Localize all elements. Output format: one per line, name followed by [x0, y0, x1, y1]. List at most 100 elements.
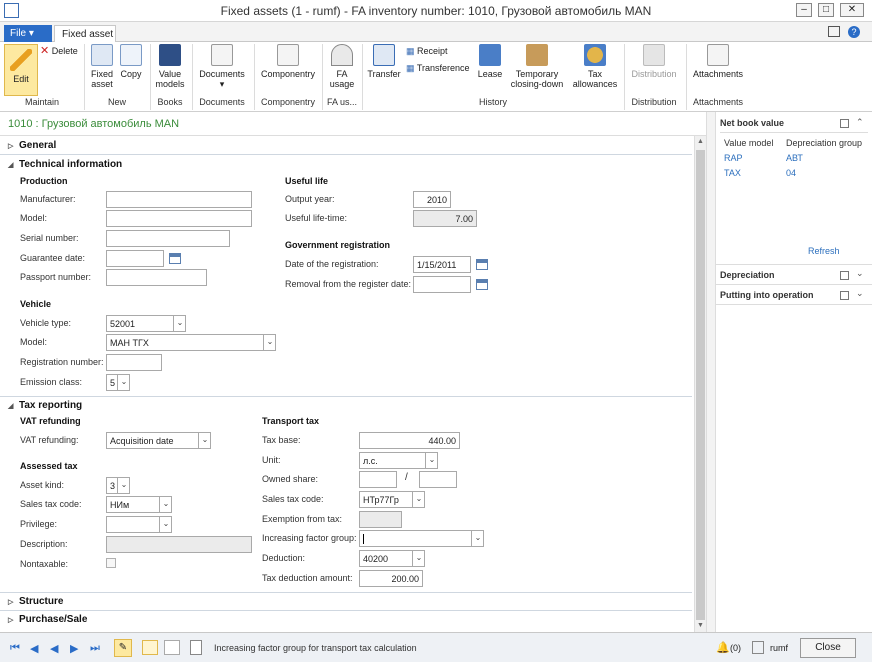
- grid-view-icon[interactable]: [164, 640, 180, 655]
- file-tab[interactable]: File ▾: [4, 25, 52, 42]
- table-row-group[interactable]: АВТ: [786, 153, 803, 163]
- scroll-up-icon[interactable]: ▲: [697, 138, 704, 145]
- chevron-down-icon[interactable]: ⌄: [117, 478, 129, 493]
- expand-icon[interactable]: ⌄: [856, 288, 864, 299]
- model-input[interactable]: [106, 210, 252, 227]
- bell-icon[interactable]: 🔔: [716, 641, 730, 654]
- unit-select[interactable]: л.с. ⌄: [359, 452, 438, 469]
- delete-button[interactable]: ✕ Delete: [40, 46, 78, 57]
- chevron-down-icon[interactable]: ⌄: [412, 551, 424, 566]
- documents-button[interactable]: Documents ▾: [196, 44, 248, 89]
- form-view-icon[interactable]: [142, 640, 158, 655]
- scroll-down-icon[interactable]: ▼: [697, 622, 704, 629]
- table-row-model[interactable]: TAX: [724, 168, 741, 178]
- asset-kind-select[interactable]: 3 ⌄: [106, 477, 130, 494]
- vertical-scrollbar[interactable]: ▲ ▼: [694, 136, 706, 632]
- fa-usage-button[interactable]: FA usage: [326, 44, 358, 89]
- pin-icon[interactable]: [840, 271, 849, 280]
- calendar-icon[interactable]: [476, 259, 488, 270]
- section-purchase-sale[interactable]: ▷ Purchase/Sale: [8, 614, 87, 625]
- chevron-down-icon[interactable]: ⌄: [471, 531, 483, 546]
- previous-page-icon[interactable]: ◀: [50, 642, 58, 655]
- refresh-link[interactable]: Refresh: [808, 246, 840, 256]
- transference-button[interactable]: ▦ Transference: [406, 63, 470, 73]
- section-structure[interactable]: ▷ Structure: [8, 596, 63, 607]
- last-record-icon[interactable]: ⏭: [90, 642, 100, 655]
- attachments-button[interactable]: Attachments: [690, 44, 746, 79]
- depreciation-title[interactable]: Depreciation: [720, 270, 775, 280]
- vat-refunding-title: VAT refunding: [20, 416, 81, 426]
- chevron-down-icon[interactable]: ⌄: [173, 316, 185, 331]
- tax-base-input[interactable]: 440.00: [359, 432, 460, 449]
- collapse-icon[interactable]: ⌃: [856, 117, 864, 128]
- next-record-icon[interactable]: ▶: [70, 642, 78, 655]
- previous-record-icon[interactable]: ◀: [30, 642, 38, 655]
- first-record-icon[interactable]: ⏮: [10, 642, 20, 655]
- value-models-button[interactable]: Value models: [154, 44, 186, 89]
- serial-number-input[interactable]: [106, 230, 230, 247]
- chevron-down-icon[interactable]: ⌄: [263, 335, 275, 350]
- expand-icon[interactable]: ⌄: [856, 268, 864, 279]
- layout-icon[interactable]: [828, 26, 840, 37]
- chevron-down-icon[interactable]: ⌄: [159, 517, 171, 532]
- alerts-count[interactable]: (0): [730, 643, 741, 653]
- section-tax-reporting[interactable]: ◢ Tax reporting: [8, 400, 82, 411]
- manufacturer-input[interactable]: [106, 191, 252, 208]
- document-icon[interactable]: [190, 640, 202, 655]
- privilege-select[interactable]: ⌄: [106, 516, 172, 533]
- registration-date-input[interactable]: 1/15/2011: [413, 256, 471, 273]
- deduction-select[interactable]: 40200 ⌄: [359, 550, 425, 567]
- distribution-button[interactable]: Distribution: [628, 44, 680, 79]
- scroll-thumb[interactable]: [696, 150, 705, 620]
- removal-date-input[interactable]: [413, 276, 471, 293]
- temporary-closing-down-button[interactable]: Temporary closing-down: [506, 44, 568, 89]
- lease-button[interactable]: Lease: [476, 44, 504, 79]
- vehicle-model-select[interactable]: МАН ТГХ ⌄: [106, 334, 276, 351]
- help-icon[interactable]: ?: [848, 26, 860, 38]
- receipt-button[interactable]: ▦ Receipt: [406, 46, 448, 56]
- table-row-group[interactable]: 04: [786, 168, 796, 178]
- transport-sales-tax-code-select[interactable]: НТр77Гр ⌄: [359, 491, 425, 508]
- chevron-down-icon[interactable]: ⌄: [412, 492, 424, 507]
- close-button[interactable]: Close: [800, 638, 856, 658]
- tax-allowances-button[interactable]: Tax allowances: [570, 44, 620, 89]
- putting-into-operation-title[interactable]: Putting into operation: [720, 290, 814, 300]
- nontaxable-checkbox[interactable]: [106, 558, 116, 568]
- transfer-button[interactable]: Transfer: [366, 44, 402, 79]
- section-technical[interactable]: ◢ Technical information: [8, 159, 122, 170]
- emission-class-select[interactable]: 5 ⌄: [106, 374, 130, 391]
- chevron-down-icon[interactable]: ⌄: [117, 375, 129, 390]
- pane-splitter[interactable]: [706, 112, 716, 632]
- group-new: New: [107, 97, 126, 107]
- copy-button[interactable]: Copy: [118, 44, 144, 79]
- table-row-model[interactable]: RAP: [724, 153, 743, 163]
- componentry-button[interactable]: Componentry: [258, 44, 318, 79]
- pin-icon[interactable]: [840, 119, 849, 128]
- chevron-down-icon[interactable]: ⌄: [198, 433, 210, 448]
- assessed-sales-tax-code-select[interactable]: НИм ⌄: [106, 496, 172, 513]
- close-window-button[interactable]: ✕: [840, 3, 864, 17]
- edit-mode-icon[interactable]: ✎: [114, 639, 132, 657]
- new-fixed-asset-button[interactable]: Fixed asset: [88, 44, 116, 89]
- owned-share-numerator-input[interactable]: [359, 471, 397, 488]
- vehicle-type-select[interactable]: 52001 ⌄: [106, 315, 186, 332]
- section-general[interactable]: ▷ General: [8, 140, 56, 151]
- tab-fixed-asset[interactable]: Fixed asset: [54, 25, 116, 43]
- edit-button[interactable]: Edit: [4, 44, 38, 96]
- registration-number-input[interactable]: [106, 354, 162, 371]
- owned-share-denominator-input[interactable]: [419, 471, 457, 488]
- passport-number-input[interactable]: [106, 269, 207, 286]
- increasing-factor-group-select[interactable]: ⌄: [359, 530, 484, 547]
- maximize-button[interactable]: □: [818, 3, 834, 17]
- chevron-down-icon[interactable]: ⌄: [425, 453, 437, 468]
- output-year-input[interactable]: 2010: [413, 191, 451, 208]
- chevron-down-icon[interactable]: ⌄: [159, 497, 171, 512]
- vat-refunding-select[interactable]: Acquisition date ⌄: [106, 432, 211, 449]
- minimize-button[interactable]: –: [796, 3, 812, 17]
- pin-icon[interactable]: [840, 291, 849, 300]
- guarantee-date-input[interactable]: [106, 250, 164, 267]
- tax-deduction-amount-input[interactable]: 200.00: [359, 570, 423, 587]
- calendar-icon[interactable]: [169, 253, 181, 264]
- notes-icon[interactable]: [752, 641, 764, 654]
- calendar-icon[interactable]: [476, 279, 488, 290]
